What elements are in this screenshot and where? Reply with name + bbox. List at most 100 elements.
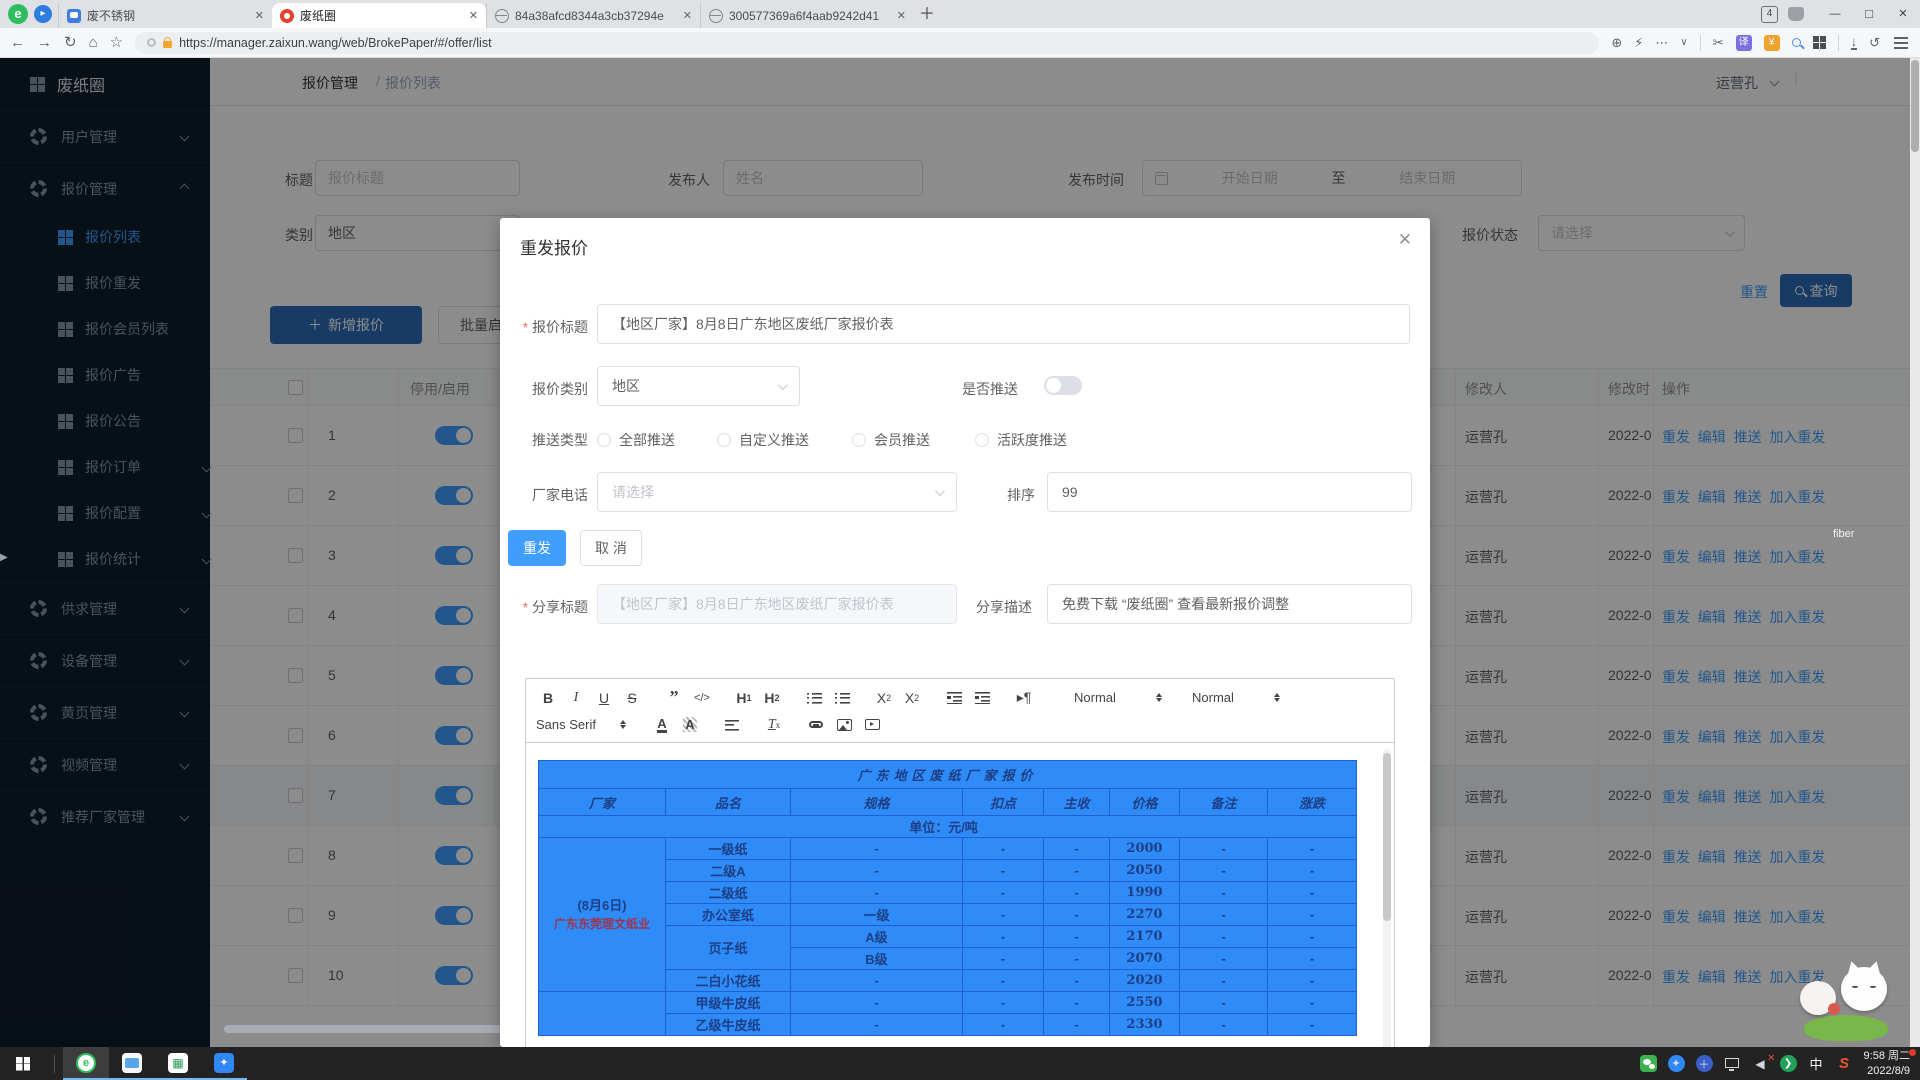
clean-format-icon[interactable]: Tx bbox=[762, 713, 786, 737]
superscript-icon[interactable]: X2 bbox=[900, 686, 924, 710]
subscript-icon[interactable]: X2 bbox=[872, 686, 896, 710]
taskbar-clock[interactable]: 9:58 周二 2022/8/9 bbox=[1864, 1049, 1910, 1079]
tab-fei-buxiugang[interactable]: 废不锈钢 ✕ bbox=[58, 3, 272, 28]
share-desc-input[interactable]: 免费下载 “废纸圈” 查看最新报价调整 bbox=[1047, 584, 1412, 624]
site-info-icon[interactable] bbox=[147, 38, 156, 47]
tab-feizhiquan-active[interactable]: 废纸圈 ✕ bbox=[272, 3, 486, 28]
toolbar-chevron-icon[interactable]: ∨ bbox=[1680, 38, 1687, 48]
editor-scrollbar[interactable] bbox=[1383, 749, 1391, 1047]
page-scrollbar[interactable] bbox=[1910, 58, 1920, 1047]
qtable-cell: - bbox=[1180, 948, 1268, 970]
resend-button[interactable]: 重发 bbox=[508, 530, 566, 566]
dingtalk-tray-icon[interactable]: ✦ bbox=[1668, 1055, 1685, 1072]
screenshot-scissors-icon[interactable]: ✂ bbox=[1713, 36, 1724, 49]
tab2-close-icon[interactable]: ✕ bbox=[469, 9, 478, 22]
favorites-icon[interactable]: ☆ bbox=[110, 35, 123, 50]
bullet-list-icon[interactable] bbox=[830, 686, 854, 710]
sogou-tray-icon[interactable]: S bbox=[1836, 1055, 1853, 1072]
radio-push-all[interactable]: 全部推送 bbox=[597, 430, 675, 450]
code-block-icon[interactable]: </> bbox=[690, 686, 714, 710]
reload-icon[interactable]: ↻ bbox=[64, 35, 77, 50]
category-select[interactable]: 地区 bbox=[597, 366, 800, 406]
browser-account-icon[interactable]: ▸ bbox=[34, 5, 52, 23]
back-icon[interactable]: ← bbox=[10, 35, 25, 50]
strikethrough-icon[interactable]: S bbox=[620, 686, 644, 710]
url-text[interactable]: https://manager.zaixun.wang/web/BrokePap… bbox=[179, 36, 491, 50]
header2-icon[interactable]: H2 bbox=[760, 686, 784, 710]
header1-icon[interactable]: H1 bbox=[732, 686, 756, 710]
background-color-icon[interactable]: A bbox=[678, 713, 702, 737]
radio-push-custom[interactable]: 自定义推送 bbox=[717, 430, 809, 450]
outdent-icon[interactable] bbox=[942, 686, 966, 710]
new-tab-button[interactable]: ＋ bbox=[914, 3, 940, 28]
browser-menu-icon[interactable] bbox=[1894, 42, 1908, 44]
flash-icon[interactable]: ⚡ bbox=[1634, 36, 1643, 49]
modal-close-icon[interactable]: ✕ bbox=[1398, 230, 1412, 250]
undo-icon[interactable]: ↺ bbox=[1869, 36, 1880, 49]
home-icon[interactable]: ⌂ bbox=[89, 35, 98, 50]
pc-manager-tray-icon[interactable]: ＋ bbox=[1696, 1055, 1713, 1072]
close-window-button[interactable]: ✕ bbox=[1886, 0, 1920, 28]
tab-hash-2[interactable]: 300577369a6f4aab9242d41 ✕ bbox=[700, 3, 914, 28]
indent-icon[interactable] bbox=[970, 686, 994, 710]
start-button[interactable] bbox=[0, 1047, 46, 1080]
link-icon[interactable] bbox=[804, 713, 828, 737]
text-direction-icon[interactable]: ▸¶ bbox=[1012, 686, 1036, 710]
align-icon[interactable] bbox=[720, 713, 744, 737]
mascot-pet-widget[interactable] bbox=[1798, 963, 1893, 1041]
download-icon[interactable]: ↓ bbox=[1851, 35, 1858, 50]
shield-extension-icon[interactable]: ¥ bbox=[1764, 35, 1780, 51]
font-select[interactable]: Sans Serif bbox=[536, 713, 632, 737]
cancel-button[interactable]: 取 消 bbox=[580, 530, 642, 566]
browser-logo-icon[interactable]: e bbox=[8, 4, 28, 24]
editor-content[interactable]: 广东地区废纸厂家报价 厂家 品名 规格 扣点 主收 价格 备注 涨跌 bbox=[526, 743, 1394, 1047]
taskbar-app-dingtalk[interactable]: ✦ bbox=[201, 1047, 247, 1080]
search-extension-icon[interactable] bbox=[1792, 36, 1801, 49]
url-bar[interactable]: https://manager.zaixun.wang/web/BrokePap… bbox=[135, 32, 1599, 54]
extension-counter-badge[interactable]: 4 bbox=[1761, 6, 1778, 23]
bold-icon[interactable]: B bbox=[536, 686, 560, 710]
panel-expand-arrow-icon[interactable]: ▶ bbox=[0, 552, 8, 563]
blockquote-icon[interactable]: ” bbox=[662, 686, 686, 710]
video-icon[interactable] bbox=[860, 713, 884, 737]
underline-icon[interactable]: U bbox=[592, 686, 616, 710]
ordered-list-icon[interactable] bbox=[802, 686, 826, 710]
share-desc-value: 免费下载 “废纸圈” 查看最新报价调整 bbox=[1062, 594, 1289, 614]
sort-input[interactable]: 99 bbox=[1047, 472, 1412, 512]
image-icon[interactable] bbox=[832, 713, 856, 737]
page-scrollbar-thumb[interactable] bbox=[1911, 60, 1919, 152]
accelerator-tray-icon[interactable]: ❯ bbox=[1780, 1055, 1797, 1072]
tab4-close-icon[interactable]: ✕ bbox=[897, 9, 906, 22]
taskbar-app-spreadsheet[interactable]: ▦ bbox=[155, 1047, 201, 1080]
tab-hash-1[interactable]: 84a38afcd8344a3cb37294e ✕ bbox=[486, 3, 700, 28]
radio-push-member[interactable]: 会员推送 bbox=[852, 430, 930, 450]
more-options-icon[interactable]: ⋯ bbox=[1655, 36, 1668, 49]
taskbar-app-files[interactable] bbox=[109, 1047, 155, 1080]
minimize-button[interactable]: — bbox=[1818, 0, 1852, 28]
apps-grid-icon[interactable] bbox=[1813, 36, 1826, 49]
translate-extension-icon[interactable]: 译 bbox=[1736, 35, 1752, 51]
zoom-page-icon[interactable]: ⊕ bbox=[1611, 36, 1622, 49]
push-toggle[interactable] bbox=[1044, 376, 1082, 395]
network-tray-icon[interactable] bbox=[1724, 1055, 1741, 1072]
qtable-cell: 办公室纸 bbox=[666, 904, 791, 926]
tab1-close-icon[interactable]: ✕ bbox=[255, 9, 264, 22]
header-select[interactable]: Normal bbox=[1186, 686, 1286, 710]
maximize-button[interactable]: □ bbox=[1852, 0, 1886, 28]
tab3-close-icon[interactable]: ✕ bbox=[683, 9, 692, 22]
quote-title-input[interactable]: 【地区厂家】8月8日广东地区废纸厂家报价表 bbox=[597, 304, 1410, 344]
editor-scrollbar-thumb[interactable] bbox=[1383, 753, 1391, 921]
volume-muted-tray-icon[interactable]: ◀✕ bbox=[1752, 1055, 1769, 1072]
text-color-icon[interactable]: A bbox=[650, 713, 674, 737]
phone-select[interactable]: 请选择 bbox=[597, 472, 957, 512]
wechat-tray-icon[interactable] bbox=[1640, 1055, 1657, 1072]
extension-icon[interactable] bbox=[1788, 7, 1804, 21]
radio-push-active[interactable]: 活跃度推送 bbox=[975, 430, 1067, 450]
input-method-icon[interactable]: 中 bbox=[1808, 1055, 1825, 1072]
size-select[interactable]: Normal bbox=[1068, 686, 1168, 710]
forward-icon[interactable]: → bbox=[37, 35, 52, 50]
taskbar-app-browser[interactable]: e bbox=[63, 1047, 109, 1080]
italic-icon[interactable]: I bbox=[564, 686, 588, 710]
quote-table-image-selected[interactable]: 广东地区废纸厂家报价 厂家 品名 规格 扣点 主收 价格 备注 涨跌 bbox=[538, 760, 1356, 1036]
tab4-globe-favicon bbox=[709, 9, 723, 23]
